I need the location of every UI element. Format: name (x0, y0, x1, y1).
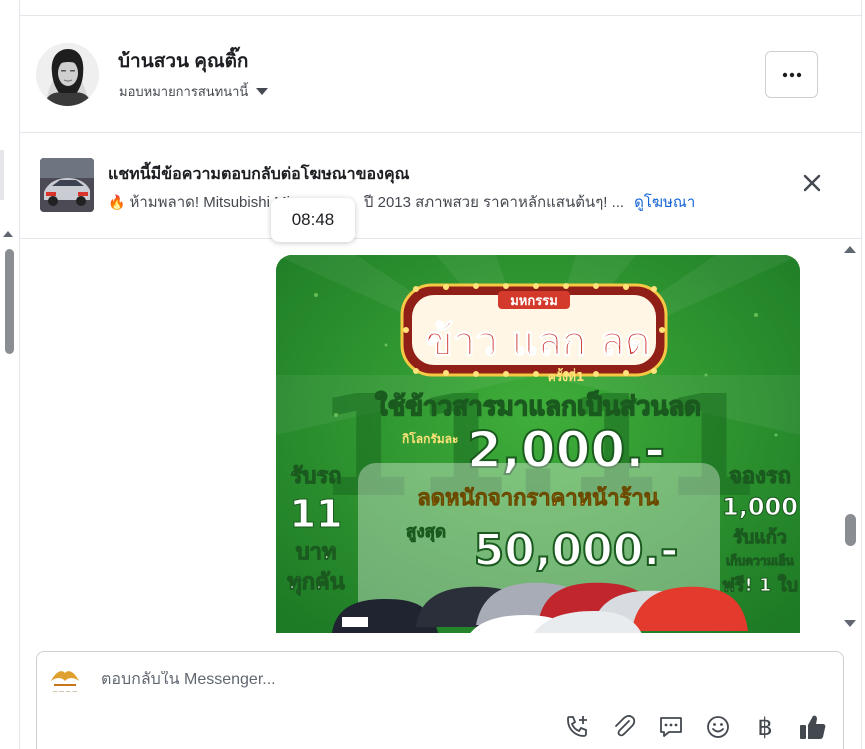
ad-reply-title: แชทนี้มีข้อความตอบกลับต่อโฆษณาของคุณ (108, 166, 410, 183)
promo-line2: ลดหนักจากราคาหน้าร้าน (417, 486, 659, 511)
right-edge (861, 0, 865, 749)
composer-toolbar: ฿ (562, 712, 827, 742)
left-scrollbar-thumb[interactable] (5, 249, 14, 354)
like-icon (800, 715, 826, 739)
assign-conversation-dropdown[interactable]: มอบหมายการสนทนานี้ (119, 81, 269, 102)
reply-input[interactable] (101, 671, 781, 689)
conversation-header: บ้านสวน คุณติ๊ก มอบหมายการสนทนานี้ (20, 16, 861, 133)
emoji-button[interactable] (703, 712, 733, 742)
promo-amount2: 50,000.- (474, 525, 679, 576)
fire-icon: 🔥 (108, 193, 126, 210)
promo-right-5: ฟรี! 1 ใบ (722, 574, 798, 596)
ad-snippet: ห้ามพลาด! Mitsubishi Mi (129, 194, 290, 211)
ad-car-image (40, 158, 94, 212)
inbox-conversation: บ้านสวน คุณติ๊ก มอบหมายการสนทนานี้ แชทนี… (0, 0, 865, 749)
avatar-photo (36, 43, 99, 106)
promo-left-2: 11 (290, 492, 343, 536)
call-add-icon (567, 716, 587, 737)
promo-round: ครั้งที่1 (548, 367, 585, 384)
caret-down-icon (256, 88, 269, 95)
attach-button[interactable] (609, 712, 639, 742)
promo-right-1: จองรถ (729, 464, 791, 489)
ad-snippet-tail: ปี 2013 สภาพสวย ราคาหลักแสนต้นๆ! ... (363, 194, 625, 211)
svg-text:— — — —: — — — — (53, 689, 78, 695)
ad-thumbnail[interactable] (40, 158, 94, 212)
promo-left-3: บาท (296, 540, 337, 565)
promo-per-kg: กิโลกรัมละ (402, 431, 458, 446)
payment-button[interactable]: ฿ (750, 712, 780, 742)
more-options-button[interactable] (765, 51, 818, 98)
message-thread: 11.11 มหกรรม ข้าว แลก ลด ครั้งที่1 ใช้ข้… (20, 239, 861, 633)
saved-reply-button[interactable] (656, 712, 686, 742)
promo-right-2: 1,000 (722, 493, 798, 521)
promo-line1: ใช้ข้าวสารมาแลกเป็นส่วนลด (375, 390, 701, 422)
ad-reply-banner: แชทนี้มีข้อความตอบกลับต่อโฆษณาของคุณ 🔥 ห… (20, 133, 861, 239)
right-scroll-down-arrow-icon[interactable] (844, 620, 856, 627)
view-ad-link[interactable]: ดูโฆษณา (634, 190, 695, 214)
promo-max-label: สูงสุด (406, 522, 446, 543)
right-scrollbar-thumb[interactable] (845, 514, 856, 546)
promo-image-message[interactable]: 11.11 มหกรรม ข้าว แลก ลด ครั้งที่1 ใช้ข้… (276, 255, 800, 633)
promo-right-3: รับแก้ว (733, 527, 787, 548)
page-logo-icon: — — — — (48, 663, 82, 697)
promo-header-small: มหกรรม (510, 294, 558, 309)
baht-icon: ฿ (757, 713, 773, 741)
left-panel-edge (0, 0, 20, 749)
call-add-button[interactable] (562, 712, 592, 742)
promo-header-big: ข้าว แลก ลด (425, 319, 650, 365)
promo-left-1: รับรถ (291, 464, 342, 489)
emoji-icon (707, 716, 729, 738)
promo-right-4: เก็บความเย็น (726, 553, 795, 568)
more-dots-icon (782, 72, 801, 77)
paperclip-icon (615, 715, 636, 737)
panel-tab[interactable] (0, 150, 4, 200)
close-icon (803, 174, 821, 192)
close-banner-button[interactable] (800, 171, 824, 195)
like-button[interactable] (797, 712, 827, 742)
left-scroll-up-arrow-icon[interactable] (3, 231, 13, 237)
right-scroll-up-arrow-icon[interactable] (844, 246, 856, 253)
saved-reply-icon (660, 717, 682, 737)
avatar[interactable] (36, 43, 99, 106)
contact-name[interactable]: บ้านสวน คุณติ๊ก (118, 46, 248, 76)
promo-poster: 11.11 มหกรรม ข้าว แลก ลด ครั้งที่1 ใช้ข้… (276, 255, 800, 633)
message-timestamp-tooltip: 08:48 (271, 198, 355, 242)
ad-snippet-row: 🔥 ห้ามพลาด! Mitsubishi Mi ปี 2013 สภาพสว… (108, 190, 695, 214)
promo-left-4: ทุกคัน (287, 570, 345, 596)
reply-composer: — — — — ตอบกลับใน Messenger... ฿ (36, 651, 844, 749)
assign-label: มอบหมายการสนทนานี้ (119, 84, 249, 99)
